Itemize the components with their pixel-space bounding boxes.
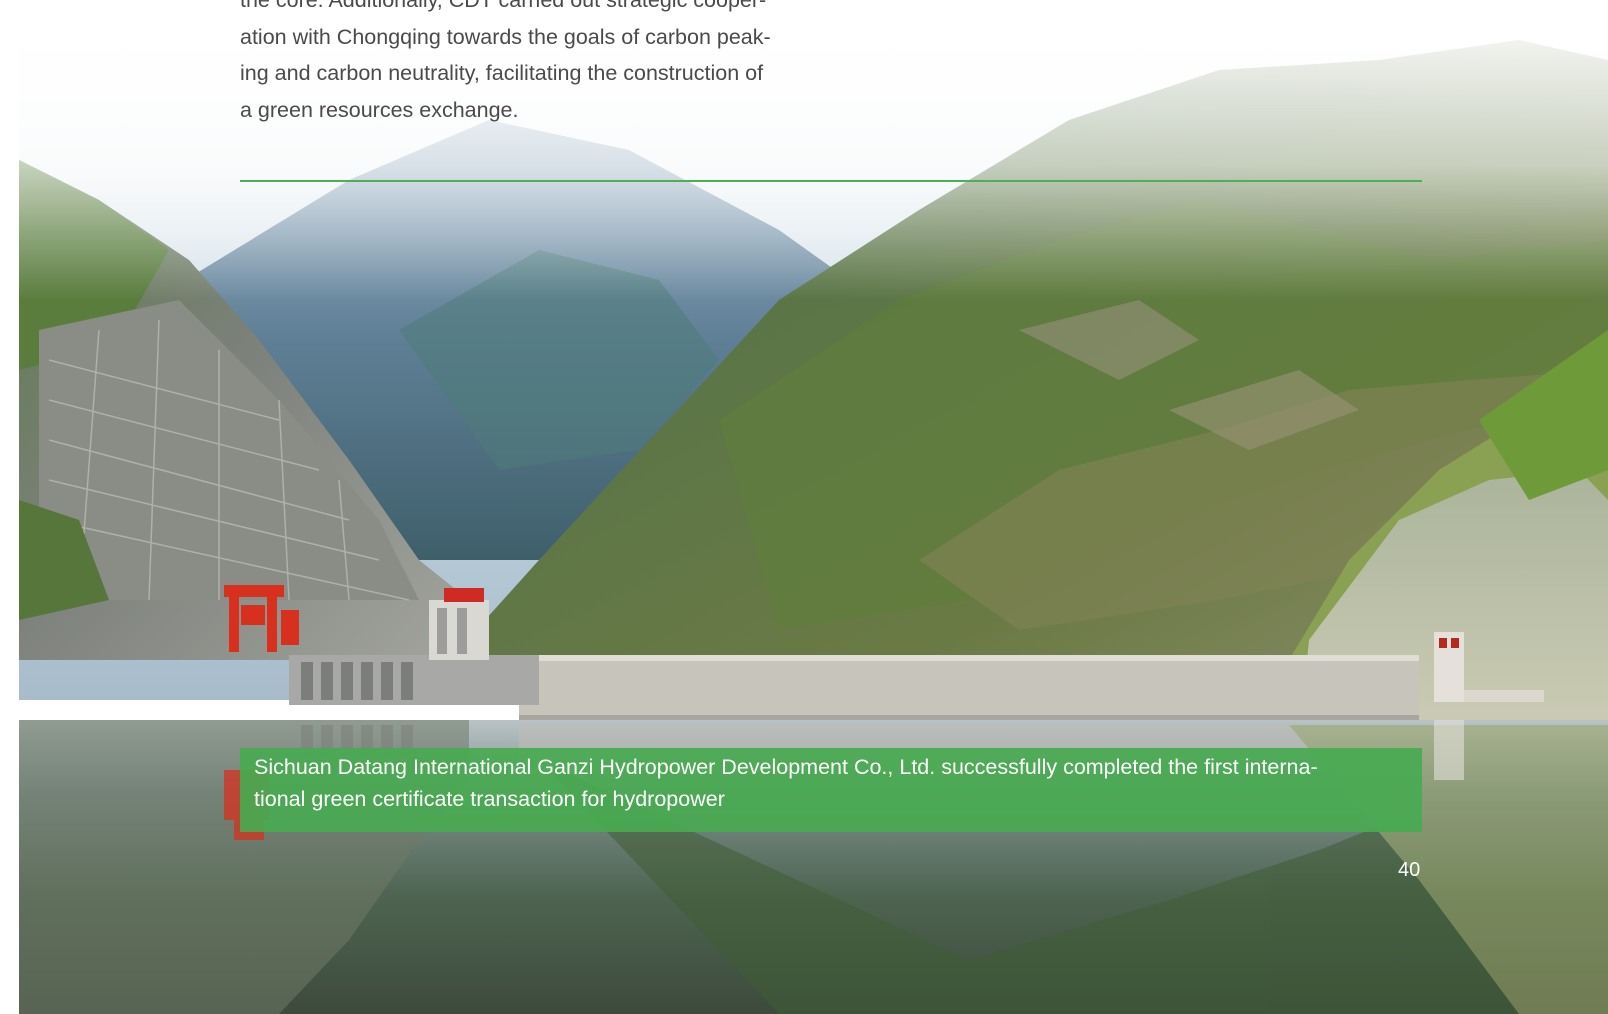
section-divider [240, 180, 1422, 182]
photo-caption: Sichuan Datang International Ganzi Hydro… [254, 755, 1318, 811]
dam-reservoir-illustration [19, 0, 1608, 1014]
dam-reservoir-photo [19, 0, 1608, 1014]
body-paragraph: the core. Additionally, CDT carried out … [240, 0, 771, 122]
photo-caption-box: Sichuan Datang International Ganzi Hydro… [240, 748, 1422, 832]
page-number: 40 [1398, 859, 1421, 881]
